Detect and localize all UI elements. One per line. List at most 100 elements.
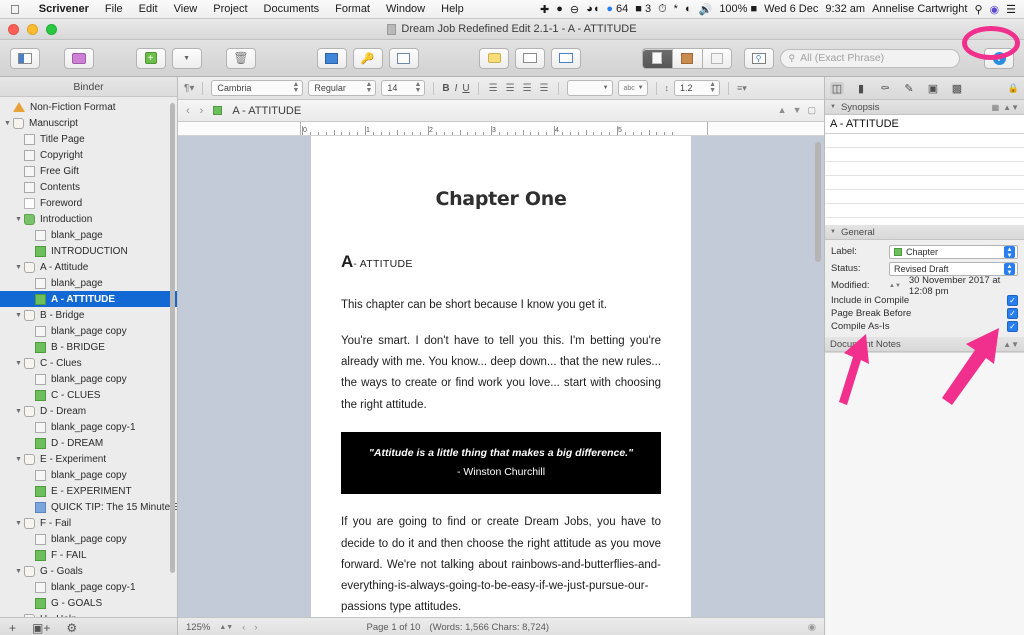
binder-item-blank-page-copy[interactable]: blank_page copy — [0, 323, 177, 339]
align-right-button[interactable]: ☰ — [521, 83, 533, 94]
binder-item-b-bridge[interactable]: B - BRIDGE — [0, 339, 177, 355]
add-folder-button[interactable]: ▣+ — [32, 621, 50, 635]
disclosure-triangle-icon[interactable]: ▼ — [13, 568, 24, 575]
italic-button[interactable]: I — [455, 83, 458, 94]
lock-icon[interactable]: 🔒 — [1008, 83, 1019, 94]
general-disclosure-icon[interactable]: ▼ — [830, 229, 836, 235]
disclosure-triangle-icon[interactable]: ▼ — [13, 408, 24, 415]
trash-button[interactable]: 🗑 — [226, 47, 257, 69]
binder-item-h-help[interactable]: ▼ H - Help — [0, 611, 177, 617]
align-center-button[interactable]: ☰ — [504, 83, 516, 94]
project-search-field[interactable]: ⚲ All (Exact Phrase) — [779, 48, 960, 68]
do-not-disturb-icon[interactable]: ⊖ — [570, 3, 579, 16]
modified-stepper-icon[interactable]: ▲▼ — [889, 283, 901, 289]
align-justify-button[interactable]: ☰ — [538, 83, 550, 94]
binder-tree[interactable]: Non-Fiction Format ▼ Manuscript Title Page C… — [0, 97, 177, 617]
target-progress-icon[interactable]: ◉ — [808, 622, 816, 633]
binder-item-manuscript[interactable]: ▼ Manuscript — [0, 115, 177, 131]
inspector-toggle-button[interactable]: i — [984, 47, 1014, 69]
binder-item-title-page[interactable]: Title Page — [0, 131, 177, 147]
font-size-select[interactable]: 14 ▲ ▼ — [381, 80, 426, 96]
navigate-forward-button[interactable]: › — [200, 105, 204, 117]
view-documents-button[interactable] — [641, 47, 672, 69]
checkbox-input[interactable]: ✓ — [1007, 321, 1018, 332]
synopsis-stepper-icon[interactable]: ▲▼ — [1003, 103, 1019, 112]
binder-item-blank-page-copy[interactable]: blank_page copy — [0, 467, 177, 483]
binder-item-introduction[interactable]: INTRODUCTION — [0, 243, 177, 259]
disclosure-triangle-icon[interactable]: ▼ — [2, 120, 13, 127]
bell-icon[interactable]: ● — [556, 3, 563, 15]
general-section-header[interactable]: ▼ General — [825, 225, 1024, 240]
evernote-status[interactable]: ■ 3 — [635, 3, 651, 15]
add-item-menu-button[interactable]: ▼ — [171, 47, 202, 69]
list-style-button[interactable]: ≡▾ — [737, 83, 747, 94]
text-color-control[interactable]: ▼ — [566, 80, 613, 96]
bold-button[interactable]: B — [442, 83, 449, 94]
flux-icon[interactable]: ◕◖ — [586, 3, 599, 15]
synopsis-card[interactable]: A - ATTITUDE — [825, 115, 1024, 225]
composition-mode-button[interactable] — [388, 47, 419, 69]
binder-item-blank-page-copy[interactable]: blank_page copy — [0, 371, 177, 387]
menu-item-scrivener[interactable]: Scrivener — [31, 3, 97, 15]
document-body[interactable]: A- ATTITUDE This chapter can be short be… — [341, 246, 661, 617]
binder-item-f-fail[interactable]: ▼ F - Fail — [0, 515, 177, 531]
split-screen-button[interactable] — [551, 47, 582, 69]
binder-item-e-experiment[interactable]: E - EXPERIMENT — [0, 483, 177, 499]
tab-comments[interactable]: ▩ — [950, 82, 964, 95]
document-page[interactable]: Chapter One A- ATTITUDE This chapter can… — [311, 136, 691, 617]
font-family-select[interactable]: Cambria ▲ ▼ — [211, 80, 304, 96]
binder-item-non-fiction-format[interactable]: Non-Fiction Format — [0, 99, 177, 115]
tab-notes[interactable]: ◫ — [830, 81, 844, 95]
binder-item-blank-page-copy-1[interactable]: blank_page copy-1 — [0, 579, 177, 595]
synopsis-image-toggle-icon[interactable]: ▦ — [992, 103, 1000, 112]
synopsis-disclosure-icon[interactable]: ▼ — [830, 104, 836, 110]
quick-reference-button[interactable] — [515, 47, 546, 69]
binder-item-quick-tip-the-15-minute-exp[interactable]: QUICK TIP: The 15 Minute Exp. — [0, 499, 177, 515]
header-layout-icon[interactable]: ▢ — [807, 105, 816, 116]
disclosure-triangle-icon[interactable]: ▼ — [13, 360, 24, 367]
binder-item-blank-page-copy[interactable]: blank_page copy — [0, 531, 177, 547]
binder-item-a-attitude[interactable]: A - ATTITUDE — [0, 291, 177, 307]
navigate-back-button[interactable]: ‹ — [186, 105, 190, 117]
menu-item-documents[interactable]: Documents — [256, 3, 328, 15]
synopsis-section-header[interactable]: ▼ Synopsis ▦ ▲▼ — [825, 100, 1024, 115]
binder-item-b-bridge[interactable]: ▼ B - Bridge — [0, 307, 177, 323]
checkbox-input[interactable]: ✓ — [1007, 308, 1018, 319]
compile-button[interactable] — [316, 47, 347, 69]
disclosure-triangle-icon[interactable]: ▼ — [13, 616, 24, 618]
tab-snapshots[interactable]: ▣ — [926, 82, 940, 95]
binder-item-e-experiment[interactable]: ▼ E - Experiment — [0, 451, 177, 467]
add-item-button[interactable]: + — [135, 47, 166, 69]
menu-item-project[interactable]: Project — [205, 3, 255, 15]
binder-item-free-gift[interactable]: Free Gift — [0, 163, 177, 179]
disclosure-triangle-icon[interactable]: ▼ — [13, 312, 24, 319]
disclosure-triangle-icon[interactable]: ▼ — [13, 264, 24, 271]
paragraph-style-icon[interactable]: ¶▾ — [184, 83, 194, 94]
zoom-level[interactable]: 125% — [186, 622, 210, 633]
binder-item-d-dream[interactable]: D - DREAM — [0, 435, 177, 451]
tab-keywords[interactable]: ⚰ — [878, 82, 892, 95]
close-button[interactable] — [8, 23, 19, 35]
tab-bookmarks[interactable]: ▮ — [854, 82, 868, 95]
status-select[interactable]: Revised Draft ▲ ▼ — [889, 261, 1018, 276]
binder-item-g-goals[interactable]: ▼ G - Goals — [0, 563, 177, 579]
font-style-select[interactable]: Regular ▲ ▼ — [308, 80, 377, 96]
menubar-date[interactable]: Wed 6 Dec — [764, 3, 818, 15]
notification-center-icon[interactable]: ☰ — [1006, 3, 1016, 16]
header-up-icon[interactable]: ▲ — [778, 105, 787, 116]
binder-item-copyright[interactable]: Copyright — [0, 147, 177, 163]
bluetooth-icon[interactable]: * — [674, 3, 678, 15]
wifi-icon[interactable]: ◐ — [685, 3, 692, 15]
underline-button[interactable]: U — [462, 83, 469, 94]
editor-scrollbar[interactable] — [815, 142, 821, 262]
binder-item-d-dream[interactable]: ▼ D - Dream — [0, 403, 177, 419]
line-spacing-select[interactable]: 1.2 ▲ ▼ — [674, 80, 721, 96]
binder-item-a-attitude[interactable]: ▼ A - Attitude — [0, 259, 177, 275]
binder-scrollbar[interactable] — [170, 103, 175, 573]
synopsis-title-field[interactable]: A - ATTITUDE — [825, 115, 1024, 134]
notes-stepper-icon[interactable]: ▲▼ — [1003, 340, 1019, 349]
disclosure-triangle-icon[interactable]: ▼ — [13, 456, 24, 463]
binder-item-foreword[interactable]: Foreword — [0, 195, 177, 211]
zoom-stepper-icon[interactable]: ▲▼ — [219, 624, 233, 631]
menu-item-window[interactable]: Window — [378, 3, 433, 15]
